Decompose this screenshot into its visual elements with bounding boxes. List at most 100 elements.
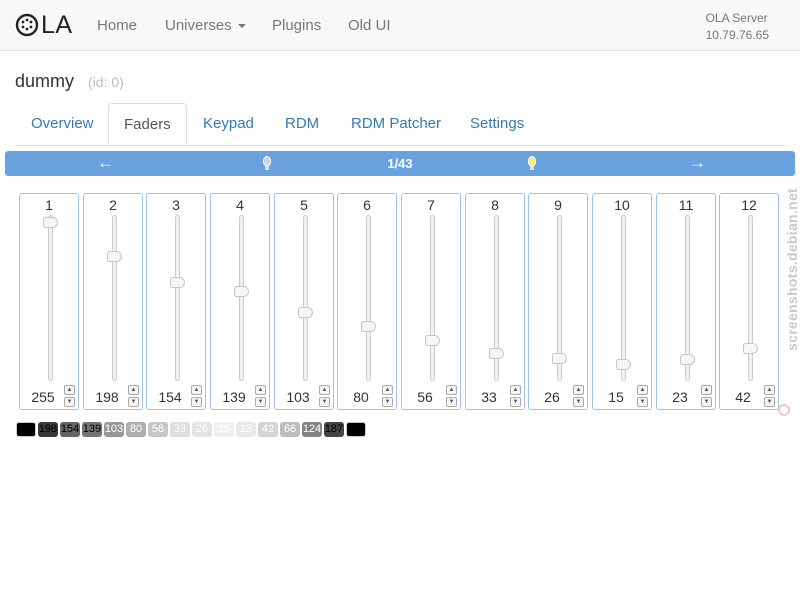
increment-arrow-icon[interactable]: ▲ [319,385,330,395]
dmx-channel-cell[interactable]: 0 [104,507,124,522]
dmx-channel-cell[interactable]: 0 [390,465,410,480]
dmx-channel-cell[interactable]: 0 [302,443,322,458]
dmx-channel-cell[interactable]: 0 [16,486,36,501]
dmx-channel-cell[interactable]: 0 [676,571,696,586]
decrement-arrow-icon[interactable]: ▼ [510,397,521,407]
dmx-channel-cell[interactable]: 0 [742,550,762,565]
dmx-channel-cell[interactable]: 0 [588,550,608,565]
dmx-channel-cell[interactable]: 0 [698,465,718,480]
dmx-channel-cell[interactable]: 0 [632,550,652,565]
dmx-channel-cell[interactable]: 0 [764,529,784,544]
dmx-channel-cell[interactable]: 0 [258,507,278,522]
increment-arrow-icon[interactable]: ▲ [255,385,266,395]
fader-slider-track[interactable] [361,215,376,381]
dmx-channel-cell[interactable]: 0 [764,422,784,437]
dmx-channel-cell[interactable]: 0 [148,571,168,586]
dmx-channel-cell[interactable]: 0 [258,465,278,480]
dmx-channel-cell[interactable]: 0 [280,443,300,458]
tab-overview[interactable]: Overview [16,103,109,144]
dmx-channel-cell[interactable]: 0 [302,465,322,480]
fader-slider-track[interactable] [552,215,567,381]
dmx-channel-cell[interactable]: 0 [214,529,234,544]
dmx-channel-cell[interactable]: 0 [566,422,586,437]
dmx-channel-cell[interactable]: 0 [126,465,146,480]
fader-slider-track[interactable] [743,215,758,381]
dmx-channel-cell[interactable]: 0 [654,486,674,501]
dmx-channel-cell[interactable]: 0 [522,422,542,437]
dmx-channel-cell[interactable]: 0 [280,571,300,586]
decrement-arrow-icon[interactable]: ▼ [382,397,393,407]
dmx-channel-cell[interactable]: 0 [742,443,762,458]
increment-arrow-icon[interactable]: ▲ [64,385,75,395]
dmx-channel-cell[interactable]: 0 [500,486,520,501]
dmx-channel-cell[interactable]: 26 [192,422,212,437]
increment-arrow-icon[interactable]: ▲ [382,385,393,395]
fader-slider-track[interactable] [425,215,440,381]
arrow-right-icon[interactable]: → [689,154,706,172]
dmx-channel-cell[interactable]: 0 [280,507,300,522]
dmx-channel-cell[interactable]: 0 [38,465,58,480]
dmx-channel-cell[interactable]: 0 [368,550,388,565]
dmx-channel-cell[interactable]: 0 [148,550,168,565]
dmx-channel-cell[interactable]: 0 [302,486,322,501]
dmx-channel-cell[interactable]: 0 [126,507,146,522]
dmx-channel-cell[interactable]: 0 [38,443,58,458]
dmx-channel-cell[interactable]: 0 [258,486,278,501]
dmx-channel-cell[interactable]: 0 [38,550,58,565]
dmx-channel-cell[interactable]: 0 [544,443,564,458]
dmx-channel-cell[interactable]: 0 [588,507,608,522]
tab-keypad[interactable]: Keypad [188,103,269,144]
dmx-channel-cell[interactable]: 0 [720,550,740,565]
dmx-channel-cell[interactable]: 0 [654,465,674,480]
dmx-channel-cell[interactable]: 0 [434,550,454,565]
dmx-channel-cell[interactable]: 0 [500,571,520,586]
dmx-channel-cell[interactable]: 0 [478,529,498,544]
dmx-channel-cell[interactable]: 0 [368,571,388,586]
dmx-channel-cell[interactable]: 0 [126,571,146,586]
dmx-channel-cell[interactable]: 255 [346,422,366,437]
fader-slider-track[interactable] [616,215,631,381]
dmx-channel-cell[interactable]: 0 [566,486,586,501]
dmx-channel-cell[interactable]: 0 [632,465,652,480]
dmx-channel-cell[interactable]: 0 [236,486,256,501]
dmx-channel-cell[interactable]: 0 [324,550,344,565]
nav-universes[interactable]: Universes [165,17,246,34]
dmx-channel-cell[interactable]: 0 [720,465,740,480]
dmx-channel-cell[interactable]: 0 [104,443,124,458]
dmx-channel-cell[interactable]: 0 [742,529,762,544]
dmx-channel-cell[interactable]: 0 [610,529,630,544]
dmx-channel-cell[interactable]: 0 [126,443,146,458]
dmx-channel-cell[interactable]: 0 [368,486,388,501]
dmx-channel-cell[interactable]: 0 [82,465,102,480]
ola-logo[interactable]: LA [15,11,73,39]
dmx-channel-cell[interactable]: 0 [258,550,278,565]
dmx-channel-cell[interactable]: 0 [368,443,388,458]
fader-slider-handle[interactable] [743,343,758,354]
dmx-channel-cell[interactable]: 0 [434,486,454,501]
dmx-channel-cell[interactable]: 0 [566,529,586,544]
dmx-channel-cell[interactable]: 0 [60,550,80,565]
dmx-channel-cell[interactable]: 0 [544,465,564,480]
decrement-arrow-icon[interactable]: ▼ [637,397,648,407]
dmx-channel-cell[interactable]: 0 [676,422,696,437]
tab-rdm[interactable]: RDM [270,103,334,144]
dmx-channel-cell[interactable]: 0 [82,529,102,544]
dmx-channel-cell[interactable]: 0 [82,550,102,565]
dmx-channel-cell[interactable]: 0 [632,529,652,544]
dmx-channel-cell[interactable]: 0 [192,465,212,480]
dmx-channel-cell[interactable]: 0 [522,486,542,501]
dmx-channel-cell[interactable]: 187 [324,422,344,437]
dmx-channel-cell[interactable]: 0 [280,529,300,544]
dmx-channel-cell[interactable]: 0 [236,571,256,586]
dmx-channel-cell[interactable]: 0 [38,571,58,586]
dmx-channel-cell[interactable]: 0 [588,443,608,458]
dmx-channel-cell[interactable]: 0 [16,550,36,565]
dmx-channel-cell[interactable]: 0 [214,465,234,480]
dmx-channel-cell[interactable]: 0 [588,422,608,437]
dmx-channel-cell[interactable]: 0 [632,443,652,458]
dmx-channel-cell[interactable]: 255 [16,422,36,437]
dmx-channel-cell[interactable]: 0 [192,507,212,522]
fader-slider-track[interactable] [107,215,122,381]
fader-slider-handle[interactable] [616,359,631,370]
dmx-channel-cell[interactable]: 0 [236,550,256,565]
